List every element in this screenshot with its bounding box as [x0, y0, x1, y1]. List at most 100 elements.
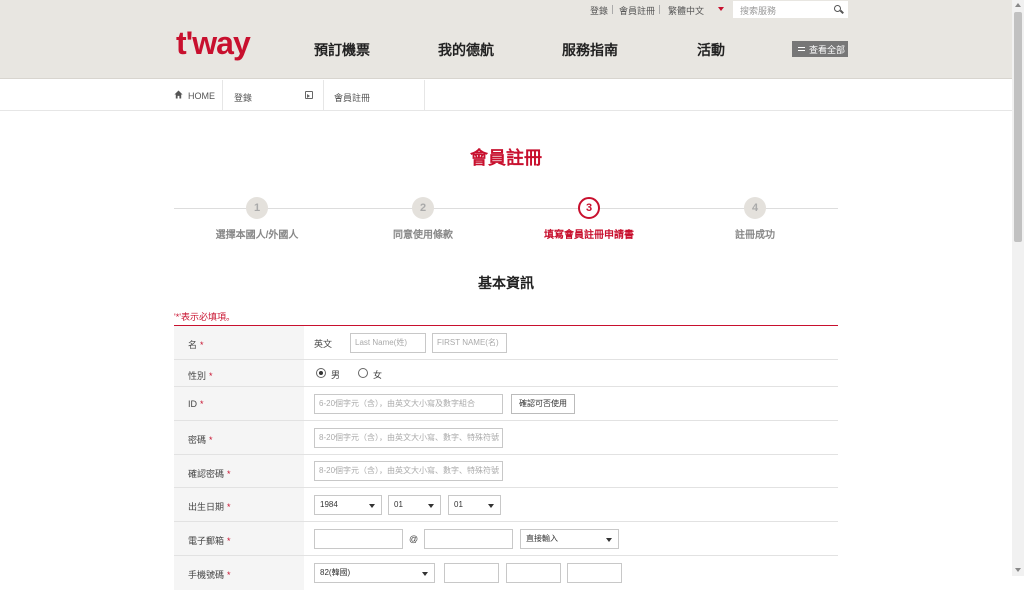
id-input[interactable]: 6-20個字元（含），由英文大小寫及數字組合 — [314, 394, 503, 414]
gender-label-text: 性別 — [188, 371, 207, 381]
birth-day-select[interactable]: 01 — [448, 495, 501, 515]
chevron-down-icon — [488, 504, 494, 508]
required-mark: * — [209, 371, 213, 381]
field-label-cell: ID * — [174, 387, 304, 420]
name-label: 名 * — [188, 338, 204, 351]
step-progress-line — [174, 208, 838, 209]
page-scrollbar[interactable] — [1012, 0, 1024, 576]
password-confirm-input[interactable]: 8-20個字元（含），由英文大小寫、數字、特殊符號 — [314, 461, 503, 481]
email-domain-select-value: 直接輸入 — [526, 534, 558, 543]
birth-month-value: 01 — [394, 500, 403, 509]
signup-link[interactable]: 會員註冊 — [619, 4, 655, 17]
gender-male-label[interactable]: 男 — [331, 368, 340, 381]
required-mark: * — [227, 570, 231, 580]
menu-icon — [798, 47, 805, 51]
chevron-down-icon — [606, 538, 612, 542]
birth-day-value: 01 — [454, 500, 463, 509]
birth-label-text: 出生日期 — [188, 502, 225, 512]
last-name-input[interactable]: Last Name(姓) — [350, 333, 426, 353]
gender-male-radio[interactable] — [316, 368, 326, 378]
divider — [659, 5, 660, 14]
nav-book-flights[interactable]: 預訂機票 — [314, 40, 370, 60]
section-title: 基本資訊 — [478, 275, 534, 291]
birth-year-value: 1984 — [320, 500, 338, 509]
breadcrumb-login[interactable]: 登錄 — [234, 91, 252, 104]
step-4-label: 註冊成功 — [735, 230, 775, 241]
required-mark: * — [209, 435, 213, 445]
nav-service-guide[interactable]: 服務指南 — [562, 40, 618, 60]
step-1-number: 1 — [246, 197, 268, 219]
utility-bar — [0, 0, 1024, 19]
password-confirm-label-text: 確認密碼 — [188, 469, 225, 479]
step-3-number: 3 — [578, 197, 600, 219]
form-row-password-confirm: 確認密碼 * 8-20個字元（含），由英文大小寫、數字、特殊符號 — [174, 455, 838, 488]
main-header — [0, 19, 1024, 79]
search-input[interactable]: 搜索服務 — [733, 1, 848, 18]
chevron-down-icon — [422, 572, 428, 576]
first-name-input[interactable]: FIRST NAME(名) — [432, 333, 507, 353]
field-label-cell: 密碼 * — [174, 421, 304, 454]
required-mark: * — [227, 502, 231, 512]
mobile-label: 手機號碼 * — [188, 568, 231, 581]
chevron-down-icon — [369, 504, 375, 508]
id-label: ID * — [188, 399, 204, 409]
step-2-number: 2 — [412, 197, 434, 219]
password-label: 密碼 * — [188, 433, 213, 446]
email-domain-input[interactable] — [424, 529, 513, 549]
nav-events[interactable]: 活動 — [697, 40, 725, 60]
form-row-email: 電子郵箱 * @ 直接輸入 — [174, 522, 838, 556]
birth-month-select[interactable]: 01 — [388, 495, 441, 515]
scrollbar-thumb[interactable] — [1014, 12, 1022, 242]
mobile-part3-input[interactable] — [567, 563, 622, 583]
chevron-down-icon — [428, 504, 434, 508]
mobile-label-text: 手機號碼 — [188, 570, 225, 580]
step-2-label: 同意使用條款 — [393, 230, 453, 241]
breadcrumb-signup[interactable]: 會員註冊 — [334, 91, 370, 104]
at-sign: @ — [409, 534, 419, 544]
mobile-country-select[interactable]: 82(韓國) — [314, 563, 435, 583]
field-label-cell: 名 * — [174, 326, 304, 359]
email-label-text: 電子郵箱 — [188, 536, 225, 546]
breadcrumb-expand-icon[interactable] — [305, 91, 313, 99]
divider — [424, 80, 425, 111]
birth-year-select[interactable]: 1984 — [314, 495, 382, 515]
home-icon[interactable] — [174, 90, 183, 99]
form-row-mobile: 手機號碼 * 82(韓國) — [174, 556, 838, 590]
divider — [612, 5, 613, 14]
field-label-cell: 性別 * — [174, 360, 304, 386]
divider — [222, 80, 223, 111]
password-label-text: 密碼 — [188, 435, 207, 445]
scroll-up-icon[interactable] — [1015, 3, 1021, 7]
field-label-cell: 電子郵箱 * — [174, 522, 304, 555]
field-label-cell: 確認密碼 * — [174, 455, 304, 487]
scroll-down-icon[interactable] — [1015, 568, 1021, 572]
view-all-button[interactable]: 查看全部 — [792, 41, 848, 57]
logo[interactable]: t'way — [176, 23, 251, 63]
registration-form: 名 * 英文 Last Name(姓) FIRST NAME(名) 性別 * 男 女… — [174, 325, 838, 590]
name-label-text: 名 — [188, 340, 198, 350]
login-link[interactable]: 登錄 — [590, 4, 608, 17]
required-mark: * — [200, 340, 204, 350]
password-input[interactable]: 8-20個字元（含），由英文大小寫、數字、特殊符號 — [314, 428, 503, 448]
check-id-button[interactable]: 確認可否使用 — [511, 394, 575, 414]
gender-female-label[interactable]: 女 — [373, 368, 382, 381]
language-select[interactable]: 繁體中文 — [668, 4, 704, 17]
field-label-cell: 手機號碼 * — [174, 556, 304, 590]
search-icon[interactable] — [834, 5, 841, 12]
page-title: 會員註冊 — [470, 148, 542, 168]
breadcrumb — [0, 80, 1024, 111]
mobile-part1-input[interactable] — [444, 563, 499, 583]
chevron-down-icon[interactable] — [718, 7, 724, 11]
email-domain-select[interactable]: 直接輸入 — [520, 529, 619, 549]
email-local-input[interactable] — [314, 529, 403, 549]
breadcrumb-home[interactable]: HOME — [188, 91, 215, 101]
nav-my-booking[interactable]: 我的德航 — [438, 40, 494, 60]
search-placeholder: 搜索服務 — [740, 6, 777, 16]
gender-female-radio[interactable] — [358, 368, 368, 378]
mobile-part2-input[interactable] — [506, 563, 561, 583]
required-note: '*'表示必填項。 — [174, 312, 235, 322]
birth-label: 出生日期 * — [188, 500, 231, 513]
required-mark: * — [200, 399, 204, 409]
form-row-id: ID * 6-20個字元（含），由英文大小寫及數字組合 確認可否使用 — [174, 387, 838, 421]
required-mark: * — [227, 536, 231, 546]
